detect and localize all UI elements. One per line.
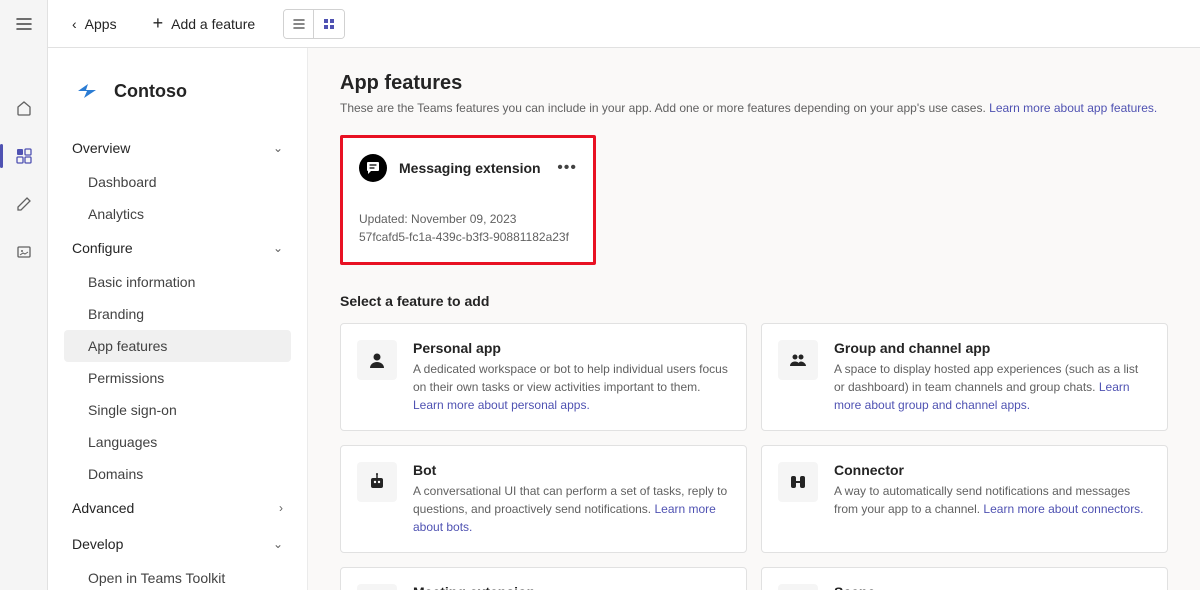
plus-icon: +	[153, 13, 164, 34]
meeting-icon	[357, 584, 397, 590]
chevron-down-icon: ⌄	[273, 537, 283, 551]
existing-title: Messaging extension	[399, 160, 545, 176]
feature-card-personal-app[interactable]: Personal app A dedicated workspace or bot…	[340, 323, 747, 431]
feature-card-group-and-channel-app[interactable]: Group and channel app A space to display …	[761, 323, 1168, 431]
card-icon[interactable]	[8, 236, 40, 268]
feature-title: Group and channel app	[834, 340, 1151, 356]
feature-card-meeting-extension[interactable]: Meeting extensionOptions for integrating…	[340, 567, 747, 590]
nav-languages[interactable]: Languages	[64, 426, 291, 458]
feature-learn-more-link[interactable]: Learn more about personal apps.	[413, 398, 590, 412]
person-icon	[357, 340, 397, 380]
view-toggle	[283, 9, 345, 39]
nav-open-teams-toolkit[interactable]: Open in Teams Toolkit	[64, 562, 291, 590]
feature-description: A space to display hosted app experience…	[834, 360, 1151, 414]
more-options-button[interactable]: •••	[557, 159, 577, 177]
section-overview[interactable]: Overview ⌄	[64, 130, 291, 166]
select-feature-title: Select a feature to add	[340, 293, 1168, 309]
nav-branding[interactable]: Branding	[64, 298, 291, 330]
page-description: These are the Teams features you can inc…	[340, 101, 1168, 115]
existing-updated: Updated: November 09, 2023	[359, 210, 577, 228]
feature-title: Personal app	[413, 340, 730, 356]
list-icon	[292, 17, 306, 31]
chevron-down-icon: ⌄	[273, 141, 283, 155]
existing-feature-card[interactable]: Messaging extension ••• Updated: Novembe…	[340, 135, 596, 265]
brand-name: Contoso	[114, 81, 187, 102]
toolbar: ‹ Apps + Add a feature	[48, 0, 1200, 48]
nav-domains[interactable]: Domains	[64, 458, 291, 490]
feature-description: A conversational UI that can perform a s…	[413, 482, 730, 536]
nav-dashboard[interactable]: Dashboard	[64, 166, 291, 198]
feature-title: Connector	[834, 462, 1151, 478]
nav-analytics[interactable]: Analytics	[64, 198, 291, 230]
nav-app-features[interactable]: App features	[64, 330, 291, 362]
connector-icon	[778, 462, 818, 502]
nav-permissions[interactable]: Permissions	[64, 362, 291, 394]
nav-basic-information[interactable]: Basic information	[64, 266, 291, 298]
add-feature-button[interactable]: + Add a feature	[145, 9, 264, 38]
left-rail	[0, 0, 48, 590]
brand-logo	[72, 76, 102, 106]
section-develop[interactable]: Develop ⌄	[64, 526, 291, 562]
list-view-button[interactable]	[284, 10, 314, 38]
back-button[interactable]: ‹ Apps	[64, 12, 125, 36]
brand: Contoso	[64, 72, 291, 110]
edit-icon[interactable]	[8, 188, 40, 220]
feature-description: A dedicated workspace or bot to help ind…	[413, 360, 730, 414]
section-configure[interactable]: Configure ⌄	[64, 230, 291, 266]
content: App features These are the Teams feature…	[308, 48, 1200, 590]
nav-single-sign-on[interactable]: Single sign-on	[64, 394, 291, 426]
messaging-extension-icon	[359, 154, 387, 182]
hamburger-icon[interactable]	[8, 8, 40, 40]
add-label: Add a feature	[171, 16, 255, 32]
page-title: App features	[340, 72, 1168, 95]
bot-icon	[357, 462, 397, 502]
feature-description: A way to automatically send notification…	[834, 482, 1151, 518]
feature-learn-more-link[interactable]: Learn more about connectors.	[983, 502, 1143, 516]
grid-view-button[interactable]	[314, 10, 344, 38]
back-label: Apps	[85, 16, 117, 32]
section-advanced[interactable]: Advanced ›	[64, 490, 291, 526]
feature-title: Bot	[413, 462, 730, 478]
feature-title: Meeting extension	[413, 584, 730, 590]
chevron-right-icon: ›	[279, 501, 283, 515]
apps-icon[interactable]	[8, 140, 40, 172]
sidebar: Contoso Overview ⌄ Dashboard Analytics C…	[48, 48, 308, 590]
people-icon	[778, 340, 818, 380]
feature-learn-more-link[interactable]: Learn more about bots.	[413, 502, 716, 534]
grid-icon	[322, 17, 336, 31]
feature-learn-more-link[interactable]: Learn more about group and channel apps.	[834, 380, 1130, 412]
home-icon[interactable]	[8, 92, 40, 124]
feature-title: Scene	[834, 584, 1151, 590]
feature-card-connector[interactable]: Connector A way to automatically send not…	[761, 445, 1168, 553]
feature-card-scene[interactable]: SceneA custom virtual scene people can u…	[761, 567, 1168, 590]
feature-card-bot[interactable]: Bot A conversational UI that can perform …	[340, 445, 747, 553]
learn-more-link[interactable]: Learn more about app features.	[989, 101, 1157, 115]
existing-id: 57fcafd5-fc1a-439c-b3f3-90881182a23f	[359, 228, 577, 246]
chevron-down-icon: ⌄	[273, 241, 283, 255]
scene-icon	[778, 584, 818, 590]
chevron-left-icon: ‹	[72, 16, 77, 32]
